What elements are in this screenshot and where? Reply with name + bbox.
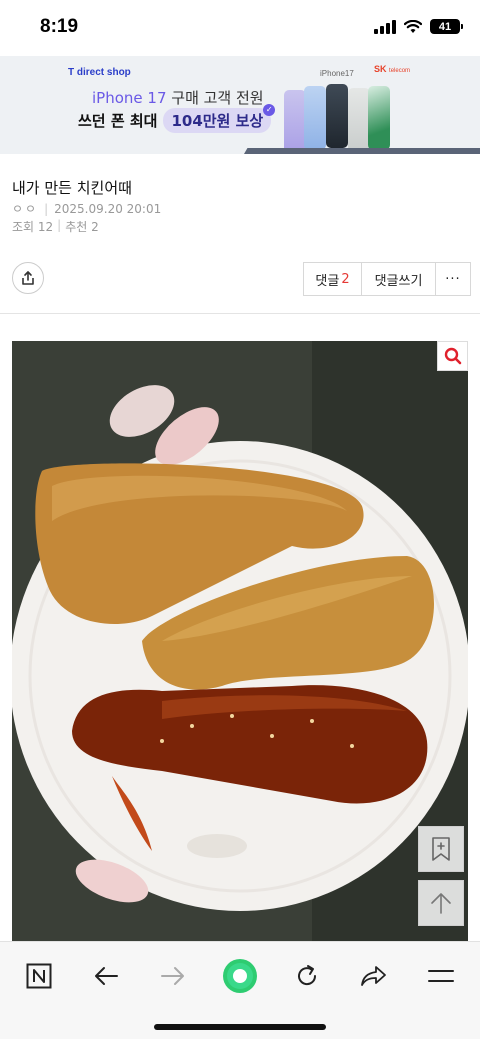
magnifier-icon — [444, 347, 461, 365]
post-likes: 추천 2 — [65, 220, 99, 234]
ad-pill-text: 104만원 보상 — [171, 112, 264, 130]
post-views: 조회 12 — [12, 220, 54, 234]
ad-subline: 쓰던 폰 최대 104만원 보상 ✓ — [78, 104, 276, 133]
ad-phone-label-text: iPhone17 — [320, 69, 354, 78]
arrow-right-icon — [161, 967, 184, 985]
ad-shop-label: T direct shop — [68, 67, 131, 78]
arrow-left-icon — [95, 967, 118, 985]
ad-phones-image — [284, 84, 404, 154]
green-circle-icon — [223, 959, 257, 993]
ad-headline-highlight: iPhone 17 — [92, 89, 167, 107]
sk-telecom-logo: SK telecom — [374, 64, 410, 74]
check-badge-icon: ✓ — [263, 104, 276, 116]
wifi-icon — [404, 19, 422, 33]
ad-phone-label: iPhone17 — [320, 69, 354, 78]
menu-button[interactable] — [421, 956, 461, 996]
sk-logo-sub: telecom — [389, 68, 411, 74]
status-bar: 8:19 41 — [0, 0, 480, 56]
share-icon — [22, 271, 34, 285]
post-author[interactable]: ㅇㅇ — [12, 200, 38, 217]
home-indicator — [154, 1024, 326, 1030]
post-meta: ㅇㅇ | 2025.09.20 20:01 — [12, 200, 161, 217]
scroll-top-button[interactable] — [418, 880, 464, 926]
ad-stripe — [244, 148, 480, 154]
share-nav-button[interactable] — [354, 956, 394, 996]
back-button[interactable] — [86, 956, 126, 996]
cellular-signal-icon — [374, 19, 396, 34]
chicken-photo-illustration — [12, 341, 468, 941]
comments-button[interactable]: 댓글 2 — [304, 263, 362, 295]
refresh-icon — [298, 965, 317, 986]
status-time: 8:19 — [40, 16, 79, 37]
status-icons: 41 — [374, 19, 463, 34]
share-button[interactable] — [12, 262, 44, 294]
refresh-button[interactable] — [287, 956, 327, 996]
home-button[interactable] — [19, 956, 59, 996]
green-dot-button[interactable] — [220, 956, 260, 996]
forward-button[interactable] — [153, 956, 193, 996]
bookmark-add-icon — [432, 837, 450, 861]
ad-headline-rest: 구매 고객 전원 — [166, 89, 264, 107]
post-action-group: 댓글 2 댓글쓰기 ··· — [303, 262, 471, 296]
stats-separator: | — [57, 218, 62, 232]
ad-subline-prefix: 쓰던 폰 최대 — [78, 112, 158, 130]
menu-icon — [428, 970, 454, 982]
comments-label: 댓글 — [315, 273, 340, 289]
zoom-button[interactable] — [437, 341, 468, 371]
post-title: 내가 만든 치킨어때 — [12, 179, 132, 197]
ad-banner[interactable]: T direct shop iPhone 17 구매 고객 전원 쓰던 폰 최대… — [0, 56, 480, 154]
write-comment-button[interactable]: 댓글쓰기 — [362, 263, 436, 295]
post-stats: 조회 12 | 추천 2 — [12, 218, 99, 235]
battery-icon: 41 — [430, 19, 463, 34]
sk-logo-text: SK — [374, 64, 387, 74]
post-photo[interactable] — [12, 341, 468, 941]
comments-count: 2 — [341, 271, 350, 287]
naver-n-icon — [26, 963, 52, 989]
meta-separator: | — [44, 201, 49, 216]
divider — [0, 313, 480, 314]
share-arrow-icon — [361, 966, 386, 986]
bookmark-button[interactable] — [418, 826, 464, 872]
arrow-up-icon — [431, 893, 451, 914]
post-date: 2025.09.20 20:01 — [54, 201, 162, 216]
more-button[interactable]: ··· — [436, 263, 470, 295]
ad-pill: 104만원 보상 ✓ — [163, 104, 276, 133]
ad-headline: iPhone 17 구매 고객 전원 — [92, 87, 264, 108]
